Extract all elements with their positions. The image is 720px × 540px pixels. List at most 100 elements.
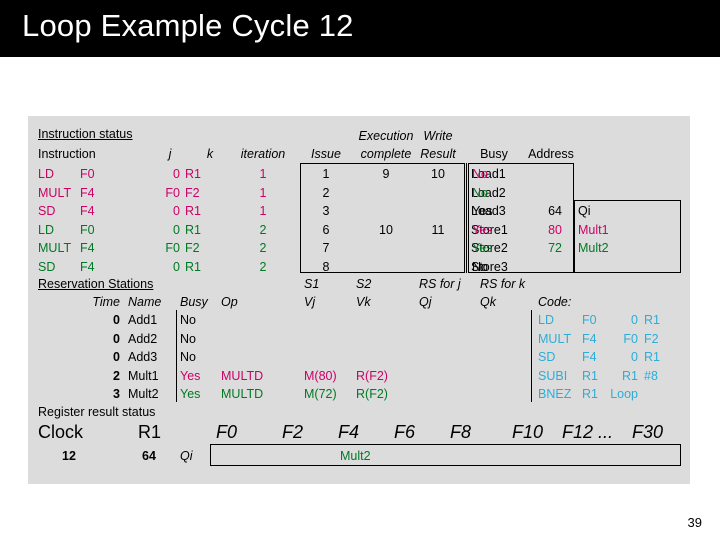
instr-k: R1	[185, 222, 201, 237]
header-s2: S2	[356, 277, 372, 291]
code-operand-c: #8	[644, 368, 658, 383]
header-qi: Qi	[578, 204, 591, 218]
instr-iteration: 1	[259, 167, 267, 181]
instr-k: F2	[185, 185, 200, 200]
instr-exec-complete: 9	[382, 167, 390, 181]
code-operand-a: F4	[582, 331, 597, 346]
instr-op: SD	[38, 259, 56, 274]
instr-write-result: 10	[431, 167, 445, 181]
register-header: F2	[282, 422, 304, 442]
rs-time: 3	[113, 387, 120, 401]
instruction-status-label: Instruction status	[38, 127, 133, 141]
instr-k: F2	[185, 241, 200, 255]
ls-address: 72	[548, 241, 562, 255]
header-s1: S1	[304, 277, 320, 291]
rs-time: 0	[113, 350, 120, 364]
instr-dest: F4	[80, 259, 95, 274]
code-operand-c: R1	[644, 350, 660, 364]
code-operand-b: F0	[623, 331, 638, 346]
rs-name: Add3	[128, 350, 158, 364]
register-result-status-label: Register result status	[38, 405, 156, 419]
header-k: k	[206, 147, 214, 161]
header-busy-rs: Busy	[180, 295, 208, 309]
ls-busy: No	[472, 259, 488, 274]
header-busy-ls: Busy	[480, 147, 508, 161]
rs-right-divider	[531, 310, 532, 402]
header-rs-for-j: RS for j	[419, 277, 461, 291]
code-operand-b: 0	[631, 350, 638, 364]
rs-busy: No	[180, 350, 196, 364]
instr-exec-complete: 10	[379, 222, 393, 237]
register-header: F10	[512, 422, 544, 442]
reservation-stations-label: Reservation Stations	[38, 277, 154, 291]
header-vk: Vk	[356, 295, 371, 309]
code-operand-c: R1	[644, 313, 660, 327]
rs-busy: Yes	[180, 368, 201, 383]
instr-iteration: 2	[259, 241, 267, 255]
instr-dest: F0	[80, 222, 95, 237]
instr-j: F0	[165, 241, 180, 255]
tomasulo-diagram-panel: Instruction status Instruction j k itera…	[28, 116, 690, 484]
header-op: Op	[221, 295, 238, 309]
ls-address: 64	[548, 204, 562, 218]
rs-op: MULTD	[221, 368, 264, 383]
ls-name-divider	[466, 163, 467, 273]
header-complete: complete	[360, 147, 412, 161]
header-write: Write	[423, 129, 453, 143]
ls-busy: No	[472, 167, 488, 181]
register-value: Mult2	[340, 449, 371, 463]
instr-issue: 3	[322, 204, 330, 218]
ls-busy: Yes	[472, 222, 493, 237]
instr-op: MULT	[38, 241, 72, 255]
code-operand-a: R1	[582, 387, 598, 401]
code-label: Code:	[538, 295, 572, 309]
rs-vk: R(F2)	[356, 368, 388, 383]
rs-time: 0	[113, 331, 120, 346]
register-header: F30	[632, 422, 664, 442]
rs-op: MULTD	[221, 387, 264, 401]
instr-issue: 6	[322, 222, 330, 237]
instr-issue: 7	[322, 241, 330, 255]
instr-issue: 8	[322, 259, 330, 274]
clock-label: Clock	[38, 422, 84, 442]
header-rs-for-k: RS for k	[480, 277, 526, 291]
rs-left-divider	[176, 310, 177, 402]
code-operand-a: F0	[582, 313, 597, 327]
instr-issue: 2	[322, 185, 330, 200]
code-operand-b: 0	[631, 313, 638, 327]
register-result-box	[210, 444, 681, 466]
rs-vj: M(72)	[304, 387, 337, 401]
instr-op: LD	[38, 222, 54, 237]
r1-label: R1	[138, 422, 162, 442]
header-address: Address	[528, 147, 574, 161]
rs-vj: M(80)	[304, 368, 337, 383]
code-operand-a: R1	[582, 368, 598, 383]
rs-name: Add2	[128, 331, 158, 346]
rs-busy: No	[180, 313, 196, 327]
rs-time: 2	[113, 368, 120, 383]
instr-j: 0	[173, 222, 180, 237]
instr-k: R1	[185, 204, 201, 218]
ls-busy: No	[472, 185, 488, 200]
instr-dest: F4	[80, 204, 95, 218]
page-number: 39	[687, 515, 702, 530]
register-qi-label: Qi	[180, 449, 193, 463]
clock-value: 12	[62, 449, 76, 463]
code-op: SUBI	[538, 368, 568, 383]
ls-address: 80	[548, 222, 562, 237]
header-name: Name	[128, 295, 162, 309]
header-result: Result	[420, 147, 456, 161]
ls-qi: Mult1	[578, 222, 609, 237]
instr-write-result: 11	[431, 222, 445, 237]
instr-dest: F0	[80, 167, 95, 181]
header-issue: Issue	[311, 147, 341, 161]
header-execution: Execution	[358, 129, 414, 143]
rs-name: Mult2	[128, 387, 159, 401]
instr-k: R1	[185, 259, 201, 274]
instr-iteration: 2	[259, 259, 267, 274]
code-operand-c: F2	[644, 331, 659, 346]
code-op: MULT	[538, 331, 572, 346]
register-header: F8	[450, 422, 472, 442]
page-title: Loop Example Cycle 12	[22, 8, 354, 43]
register-header: F6	[394, 422, 416, 442]
